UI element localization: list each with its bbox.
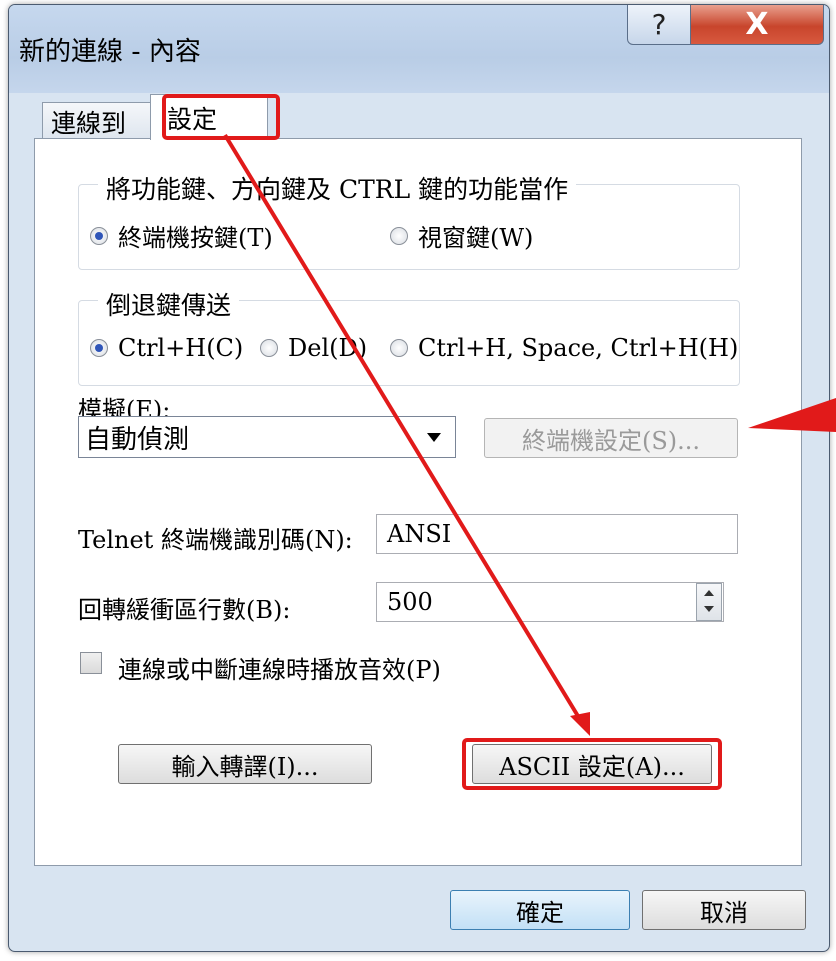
radio-ctrl-h-space-label: Ctrl+H, Space, Ctrl+H(H) bbox=[418, 334, 739, 362]
input-translation-button[interactable]: 輸入轉譯(I)... bbox=[118, 744, 372, 784]
radio-unselected-icon bbox=[260, 339, 278, 357]
radio-windows-keys[interactable]: 視窗鍵(W) bbox=[390, 218, 533, 253]
keys-group-legend: 將功能鍵、方向鍵及 CTRL 鍵的功能當作 bbox=[98, 170, 577, 206]
radio-terminal-keys[interactable]: 終端機按鍵(T) bbox=[90, 218, 273, 253]
telnet-id-input[interactable]: ANSI bbox=[376, 514, 738, 554]
radio-ctrl-h-space[interactable]: Ctrl+H, Space, Ctrl+H(H) bbox=[390, 334, 738, 362]
cancel-button[interactable]: 取消 bbox=[642, 890, 806, 930]
backscroll-input[interactable]: 500 bbox=[376, 582, 724, 622]
radio-selected-icon bbox=[90, 226, 108, 245]
ok-button[interactable]: 確定 bbox=[450, 890, 630, 930]
emulation-select[interactable]: 自動偵測 bbox=[78, 416, 456, 458]
help-button[interactable]: ? bbox=[627, 5, 691, 45]
radio-del[interactable]: Del(D) bbox=[260, 334, 367, 362]
radio-terminal-keys-label: 終端機按鍵(T) bbox=[118, 224, 273, 252]
chevron-down-icon bbox=[427, 433, 441, 442]
emulation-value: 自動偵測 bbox=[85, 424, 190, 455]
tab-connect-to[interactable]: 連線到 bbox=[42, 102, 152, 140]
terminal-settings-button[interactable]: 終端機設定(S)... bbox=[484, 418, 738, 458]
sound-checkbox-label: 連線或中斷連線時播放音效(P) bbox=[118, 656, 441, 684]
ascii-settings-button[interactable]: ASCII 設定(A)... bbox=[472, 744, 712, 784]
radio-del-label: Del(D) bbox=[288, 334, 368, 362]
close-button[interactable]: X bbox=[690, 5, 824, 45]
window-title: 新的連線 - 內容 bbox=[19, 37, 201, 67]
spin-up-icon bbox=[704, 590, 714, 596]
radio-unselected-icon bbox=[390, 339, 408, 357]
spin-down-icon bbox=[704, 606, 714, 612]
sound-checkbox[interactable] bbox=[80, 652, 102, 674]
telnet-id-label: Telnet 終端機識別碼(N): bbox=[78, 526, 353, 554]
backscroll-label: 回轉緩衝區行數(B): bbox=[78, 596, 291, 624]
backspace-group-legend: 倒退鍵傳送 bbox=[98, 286, 240, 322]
radio-ctrl-h-label: Ctrl+H(C) bbox=[118, 334, 244, 362]
radio-ctrl-h[interactable]: Ctrl+H(C) bbox=[90, 334, 243, 362]
tab-settings[interactable]: 設定 bbox=[150, 94, 268, 140]
radio-windows-keys-label: 視窗鍵(W) bbox=[418, 224, 534, 252]
radio-unselected-icon bbox=[390, 226, 408, 245]
backscroll-spinner[interactable] bbox=[696, 583, 722, 621]
radio-selected-icon bbox=[90, 339, 108, 357]
